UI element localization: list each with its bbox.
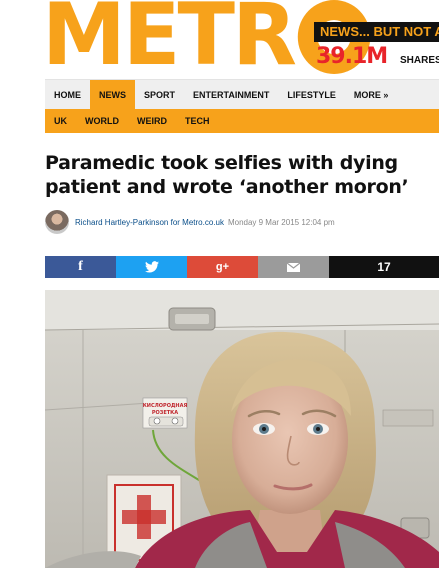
share-count: 17 [329, 256, 439, 278]
article-headline: Paramedic took selfies with dying patien… [45, 152, 409, 198]
facebook-share-button[interactable]: f [45, 256, 116, 278]
nav-item-home[interactable]: HOME [45, 80, 90, 110]
twitter-share-button[interactable] [116, 256, 187, 278]
share-bar: f g+ 17 [45, 256, 439, 278]
twitter-icon [144, 261, 159, 273]
nav-item-more[interactable]: MORE » [345, 80, 398, 110]
byline-date: Monday 9 Mar 2015 12:04 pm [227, 217, 335, 227]
oxygen-sign-line1: КИСЛОРОДНАЯ [143, 403, 188, 409]
facebook-icon: f [78, 259, 83, 274]
subnav-item-tech[interactable]: TECH [176, 109, 219, 133]
byline: Richard Hartley-Parkinson for Metro.co.u… [45, 209, 439, 235]
nav-item-lifestyle[interactable]: LIFESTYLE [278, 80, 345, 110]
google-plus-share-button[interactable]: g+ [187, 256, 258, 278]
promo-banner[interactable]: NEWS... BUT NOT AS YOU KNOW IT 39.1M SHA… [314, 22, 439, 72]
oxygen-sign-line2: РОЗЕТКА [152, 410, 178, 416]
promo-share-count: 39.1M [316, 44, 388, 69]
envelope-icon [287, 262, 300, 272]
article-photo[interactable]: КИСЛОРОДНАЯ РОЗЕТКА [45, 290, 439, 568]
promo-tagline: NEWS... BUT NOT AS YOU KNOW IT [314, 22, 439, 42]
promo-shares-label: SHARES [400, 55, 439, 66]
paramedic-selfie-image: КИСЛОРОДНАЯ РОЗЕТКА [45, 290, 439, 568]
nav-item-entertainment[interactable]: ENTERTAINMENT [184, 80, 278, 110]
email-share-button[interactable] [258, 256, 329, 278]
subnav-item-world[interactable]: WORLD [76, 109, 128, 133]
metro-logo-text: METR [42, 0, 297, 85]
nav-item-news[interactable]: NEWS [90, 80, 135, 110]
author-avatar[interactable] [45, 210, 69, 234]
byline-author[interactable]: Richard Hartley-Parkinson for Metro.co.u… [75, 218, 224, 227]
nav-item-sport[interactable]: SPORT [135, 80, 184, 110]
google-plus-icon: g+ [215, 261, 230, 273]
secondary-nav: UK WORLD WEIRD TECH [45, 109, 439, 133]
subnav-item-weird[interactable]: WEIRD [128, 109, 176, 133]
masthead: METR NEWS... BUT NOT AS YOU KNOW IT 39.1… [0, 0, 439, 78]
primary-nav: HOME NEWS SPORT ENTERTAINMENT LIFESTYLE … [45, 79, 439, 110]
subnav-item-uk[interactable]: UK [45, 109, 76, 133]
